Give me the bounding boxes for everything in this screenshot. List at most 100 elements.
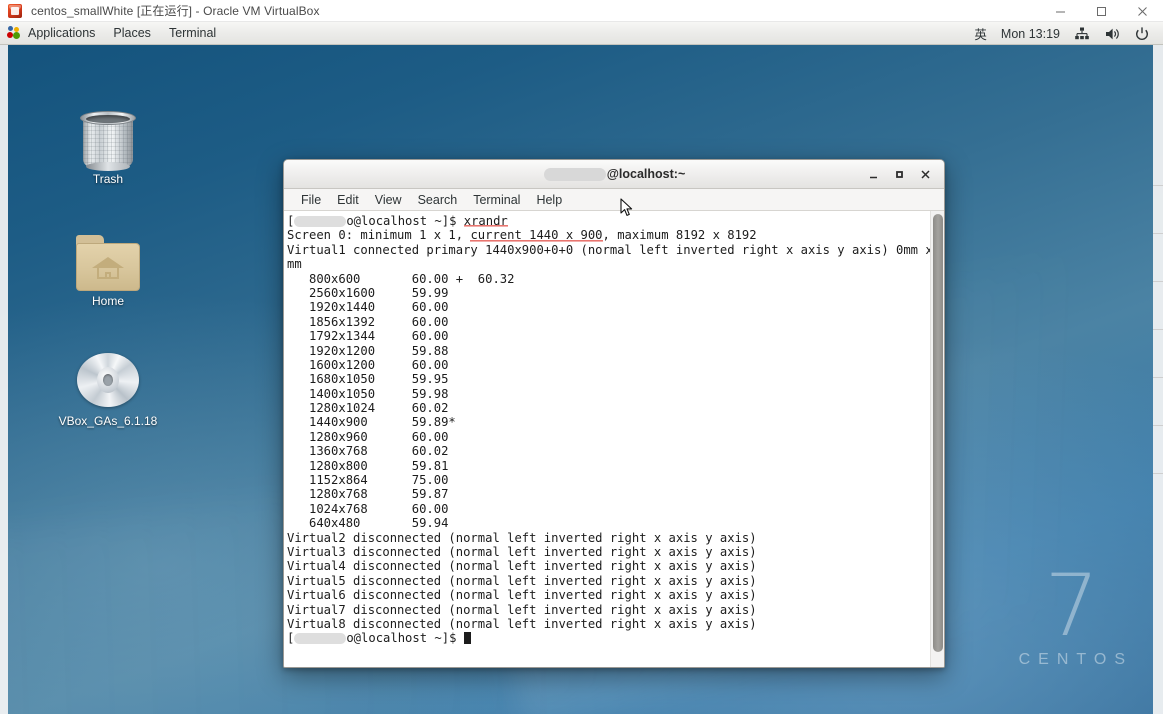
terminal-mode-line: 640x480 59.94 [287,516,449,531]
terminal-mode-line: 1856x1392 60.00 [287,314,449,329]
terminal-disconnected-line: Virtual6 disconnected (normal left inver… [287,588,757,603]
volume-icon[interactable] [1097,22,1127,45]
terminal-menu-edit[interactable]: Edit [329,189,367,211]
menu-places-label: Places [113,26,151,40]
terminal-maximize-button[interactable] [886,160,912,189]
gnome-terminal-window[interactable]: @localhost:~ File Edit View Search Termi… [283,159,945,668]
terminal-mode-line: 1440x900 59.89* [287,415,456,430]
cd-disc-icon [56,337,160,411]
trash-icon [56,95,160,171]
terminal-mode-line: 1280x960 60.00 [287,429,449,444]
power-icon[interactable] [1127,22,1157,45]
terminal-mode-line: 1680x1050 59.95 [287,372,449,387]
guest-screen: Applications Places Terminal 英 Mon 13:19 [0,22,1163,714]
gnome-panel-left: Applications Places Terminal [0,22,225,45]
terminal-menu-file-label: File [301,192,322,207]
terminal-menu-search-label: Search [417,192,458,207]
menu-places[interactable]: Places [104,22,160,45]
menu-applications-label: Applications [28,26,96,40]
virtualbox-host-window: centos_smallWhite [正在运行] - Oracle VM Vir… [0,0,1163,714]
terminal-scrollbar-thumb[interactable] [933,214,943,652]
terminal-virtual1-line: Virtual1 connected primary 1440x900+0+0 … [287,242,930,257]
gnome-panel-tray: 英 Mon 13:19 [967,22,1163,45]
gnome-top-panel: Applications Places Terminal 英 Mon 13:19 [0,22,1163,45]
desktop-icon-trash-label: Trash [92,172,124,186]
terminal-menu-terminal[interactable]: Terminal [465,189,528,211]
menu-terminal[interactable]: Terminal [160,22,225,45]
terminal-menu-help-label: Help [536,192,563,207]
centos-version-number: 7 [1044,556,1100,657]
highlight-current-resolution: current 1440 x 900 [470,228,603,243]
desktop-icon-home[interactable]: Home [56,217,160,308]
menu-terminal-label: Terminal [168,26,217,40]
home-folder-icon [56,217,160,291]
terminal-scrollbar[interactable] [930,211,944,667]
terminal-menu-terminal-label: Terminal [473,192,521,207]
terminal-disconnected-line: Virtual3 disconnected (normal left inver… [287,544,757,559]
desktop-icon-vbox-guest-additions-label: VBox_GAs_6.1.18 [58,414,158,428]
terminal-menu-search[interactable]: Search [410,189,466,211]
redacted-username-inline [294,216,347,227]
host-window-title: centos_smallWhite [正在运行] - Oracle VM Vir… [31,4,320,18]
terminal-mode-line: 800x600 60.00 + 60.32 [287,271,515,286]
terminal-menu-edit-label: Edit [337,192,359,207]
desktop-icon-home-label: Home [91,294,124,308]
desktop-icon-trash[interactable]: Trash [56,95,160,186]
menu-applications[interactable]: Applications [19,22,104,45]
terminal-menu-help[interactable]: Help [528,189,570,211]
terminal-final-prompt-line: [o@localhost ~]$ [287,631,930,645]
input-method-indicator[interactable]: 英 [967,22,994,45]
desktop-icon-vbox-guest-additions[interactable]: VBox_GAs_6.1.18 [56,337,160,428]
terminal-virtual1-wrap: mm [287,257,302,272]
terminal-screen-line: Screen 0: minimum 1 x 1, current 1440 x … [287,228,757,243]
terminal-mode-line: 2560x1600 59.99 [287,285,449,300]
terminal-cursor [463,632,471,645]
network-wired-icon[interactable] [1067,22,1097,45]
terminal-output[interactable]: [o@localhost ~]$ xrandr Screen 0: minimum… [284,211,930,667]
terminal-menu-view[interactable]: View [367,189,410,211]
input-method-label: 英 [974,28,987,42]
terminal-mode-line: 1600x1200 60.00 [287,357,449,372]
terminal-mode-line: 1280x800 59.81 [287,458,449,473]
host-minimize-button[interactable] [1040,0,1081,22]
terminal-disconnected-line: Virtual4 disconnected (normal left inver… [287,559,757,574]
terminal-menu-bar: File Edit View Search Terminal Help [284,189,944,211]
terminal-disconnected-line: Virtual5 disconnected (normal left inver… [287,573,757,588]
terminal-mode-line: 1280x768 59.87 [287,487,449,502]
virtualbox-icon [8,3,24,19]
centos-wordmark: CENTOS [1018,651,1133,668]
terminal-body[interactable]: [o@localhost ~]$ xrandr Screen 0: minimum… [284,211,944,667]
terminal-mode-line: 1920x1440 60.00 [287,300,449,315]
host-close-button[interactable] [1122,0,1163,22]
terminal-prompt-line: [o@localhost ~]$ xrandr [287,214,508,228]
terminal-mode-line: 1024x768 60.00 [287,501,449,516]
host-maximize-button[interactable] [1081,0,1122,22]
terminal-disconnected-line: Virtual7 disconnected (normal left inver… [287,602,757,617]
redacted-username-inline [294,633,347,645]
terminal-mode-line: 1400x1050 59.98 [287,386,449,401]
terminal-title-bar[interactable]: @localhost:~ [284,160,944,189]
host-window-controls [1040,0,1163,22]
clock-label: Mon 13:19 [1000,26,1060,41]
terminal-window-controls [860,160,938,189]
gnome-foot-icon [7,26,21,40]
terminal-close-button[interactable] [912,160,938,189]
terminal-menu-view-label: View [374,192,402,207]
terminal-mode-line: 1920x1200 59.88 [287,343,449,358]
terminal-menu-file[interactable]: File [293,189,329,211]
terminal-minimize-button[interactable] [860,160,886,189]
terminal-mode-line: 1280x1024 60.02 [287,401,449,416]
clock[interactable]: Mon 13:19 [994,22,1067,45]
terminal-window-title: @localhost:~ [543,167,686,181]
terminal-disconnected-line: Virtual2 disconnected (normal left inver… [287,530,757,545]
terminal-mode-line: 1792x1344 60.00 [287,329,449,344]
terminal-mode-line: 1360x768 60.02 [287,444,449,459]
redacted-username [543,167,606,181]
background-window-right-edge [1153,45,1163,714]
desktop-wallpaper[interactable]: 7 CENTOS Trash Home VBox_GAs_6.1.18 @loc… [0,45,1163,714]
terminal-disconnected-line: Virtual8 disconnected (normal left inver… [287,616,757,631]
terminal-title-suffix: @localhost:~ [606,167,686,181]
host-title-bar: centos_smallWhite [正在运行] - Oracle VM Vir… [0,0,1163,22]
typed-command: xrandr [463,214,508,228]
terminal-mode-line: 1152x864 75.00 [287,473,449,488]
